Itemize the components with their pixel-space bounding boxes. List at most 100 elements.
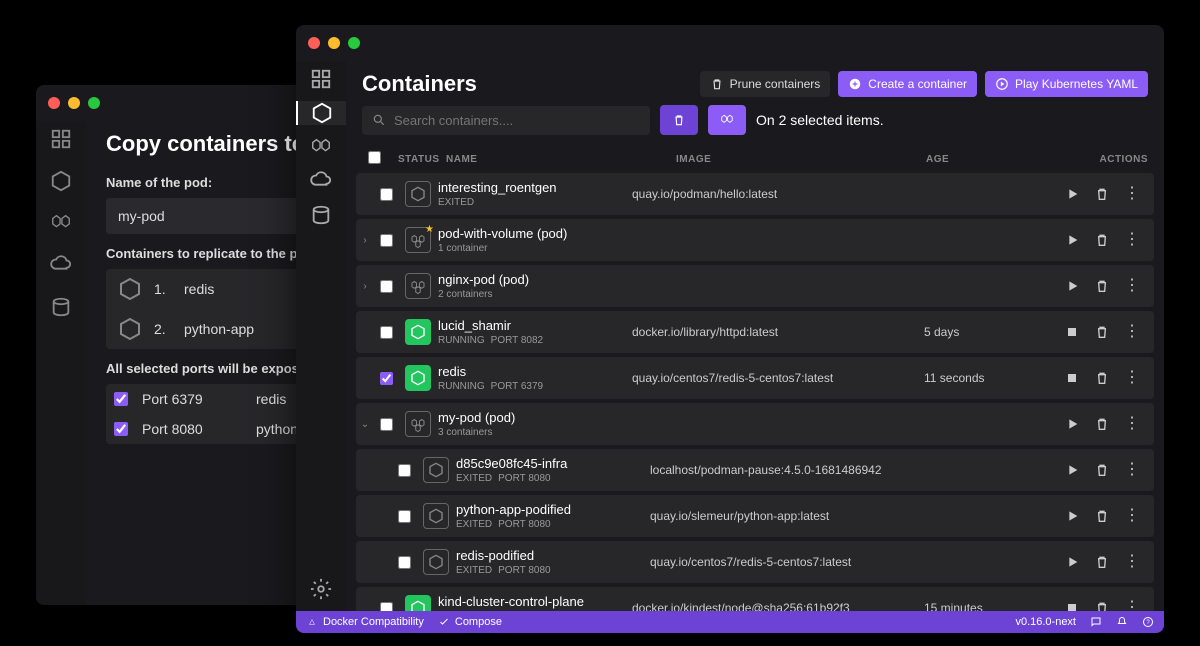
table-row[interactable]: redisRUNNINGPORT 6379quay.io/centos7/red… [356,357,1154,399]
delete-button[interactable] [1094,508,1110,524]
stop-button[interactable] [1064,324,1080,340]
row-name: pod-with-volume (pod) [438,226,632,241]
row-image: docker.io/kindest/node@sha256:61b92f3 [632,601,924,611]
row-checkbox[interactable] [380,280,393,293]
prune-button[interactable]: Prune containers [700,71,831,97]
create-button[interactable]: Create a container [838,71,977,97]
more-menu[interactable]: ⋮ [1124,186,1140,202]
more-menu[interactable]: ⋮ [1124,462,1140,478]
play-button[interactable] [1064,416,1080,432]
volumes-icon[interactable] [296,203,346,227]
expand-toggle[interactable]: › [356,235,374,246]
compose-status[interactable]: Compose [438,616,502,628]
expand-toggle[interactable]: ⌄ [356,419,374,430]
container-icon[interactable] [49,169,73,193]
delete-button[interactable] [1094,324,1110,340]
select-all-checkbox[interactable] [368,151,381,164]
delete-button[interactable] [1094,232,1110,248]
row-checkbox[interactable] [380,602,393,612]
close-icon[interactable] [308,37,320,49]
row-checkbox[interactable] [398,510,411,523]
status-icon [416,549,456,575]
delete-button[interactable] [1094,186,1110,202]
cloud-icon[interactable] [296,169,346,193]
row-checkbox[interactable] [380,418,393,431]
row-checkbox[interactable] [398,556,411,569]
maximize-icon[interactable] [88,97,100,109]
row-sub: RUNNINGPORT 6379 [438,381,632,392]
delete-button[interactable] [1094,416,1110,432]
pods-icon[interactable] [296,135,346,159]
stop-button[interactable] [1064,370,1080,386]
more-menu[interactable]: ⋮ [1124,324,1140,340]
pods-icon[interactable] [49,211,73,235]
row-checkbox[interactable] [380,234,393,247]
row-name: python-app-podified [456,502,650,517]
play-button[interactable] [1064,232,1080,248]
delete-button[interactable] [1094,554,1110,570]
containers-icon[interactable] [296,101,346,125]
row-checkbox[interactable] [380,188,393,201]
table-row[interactable]: d85c9e08fc45-infraEXITEDPORT 8080localho… [356,449,1154,491]
feedback-icon[interactable] [1090,616,1102,628]
port-checkbox[interactable] [114,422,128,436]
table-row[interactable]: lucid_shamirRUNNINGPORT 8082docker.io/li… [356,311,1154,353]
play-button[interactable] [1064,508,1080,524]
table-row[interactable]: interesting_roentgenEXITEDquay.io/podman… [356,173,1154,215]
table-row[interactable]: kind-cluster-control-planeRUNNINGPORTS 5… [356,587,1154,611]
status-icon [398,595,438,611]
port-label: Port 6379 [142,391,242,407]
play-button[interactable] [1064,462,1080,478]
row-sub: 3 containers [438,427,632,438]
more-menu[interactable]: ⋮ [1124,370,1140,386]
row-image: quay.io/centos7/redis-5-centos7:latest [650,555,924,569]
more-menu[interactable]: ⋮ [1124,600,1140,611]
dashboard-icon[interactable] [49,127,73,151]
play-button[interactable] [1064,278,1080,294]
close-icon[interactable] [48,97,60,109]
stop-button[interactable] [1064,600,1080,611]
docker-compat-status[interactable]: Docker Compatibility [306,616,424,628]
cloud-icon[interactable] [49,253,73,277]
help-icon[interactable]: ? [1142,616,1154,628]
port-checkbox[interactable] [114,392,128,406]
delete-button[interactable] [1094,462,1110,478]
table-row[interactable]: ⌄my-pod (pod)3 containers⋮ [356,403,1154,445]
bell-icon[interactable] [1116,616,1128,628]
more-menu[interactable]: ⋮ [1124,278,1140,294]
dashboard-icon[interactable] [296,67,346,91]
minimize-icon[interactable] [328,37,340,49]
settings-icon[interactable] [296,577,346,601]
more-menu[interactable]: ⋮ [1124,554,1140,570]
delete-button[interactable] [1094,600,1110,611]
search-box[interactable] [362,106,650,135]
play-button[interactable] [1064,554,1080,570]
row-image: quay.io/podman/hello:latest [632,187,924,201]
expand-toggle[interactable]: › [356,281,374,292]
search-input[interactable] [394,113,640,128]
port-owner: redis [256,391,286,407]
table-row[interactable]: python-app-podifiedEXITEDPORT 8080quay.i… [356,495,1154,537]
volumes-icon[interactable] [49,295,73,319]
bulk-delete-button[interactable] [660,105,698,135]
table-row[interactable]: redis-podifiedEXITEDPORT 8080quay.io/cen… [356,541,1154,583]
more-menu[interactable]: ⋮ [1124,508,1140,524]
delete-button[interactable] [1094,278,1110,294]
bulk-pod-button[interactable] [708,105,746,135]
row-checkbox[interactable] [380,326,393,339]
play-yaml-button[interactable]: Play Kubernetes YAML [985,71,1148,97]
table-row[interactable]: ›nginx-pod (pod)2 containers⋮ [356,265,1154,307]
table-row[interactable]: ›★pod-with-volume (pod)1 container⋮ [356,219,1154,261]
row-checkbox[interactable] [380,372,393,385]
maximize-icon[interactable] [348,37,360,49]
more-menu[interactable]: ⋮ [1124,232,1140,248]
more-menu[interactable]: ⋮ [1124,416,1140,432]
cube-icon [118,317,142,341]
minimize-icon[interactable] [68,97,80,109]
row-checkbox[interactable] [398,464,411,477]
play-button[interactable] [1064,186,1080,202]
prune-label: Prune containers [730,77,821,91]
delete-button[interactable] [1094,370,1110,386]
row-image: quay.io/slemeur/python-app:latest [650,509,924,523]
col-status: STATUS [398,154,446,165]
